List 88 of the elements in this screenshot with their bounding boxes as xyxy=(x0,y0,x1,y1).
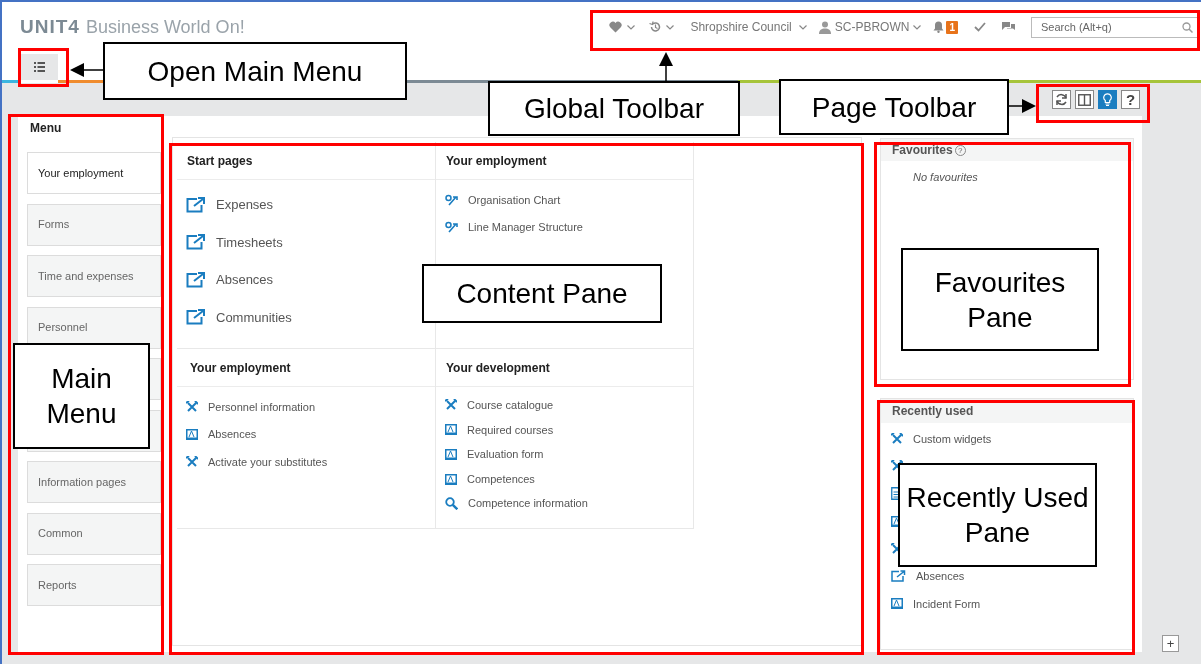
chevron-down-icon xyxy=(627,24,636,30)
form-icon xyxy=(445,473,457,485)
chevron-down-icon xyxy=(913,24,922,30)
menu-link[interactable]: Course catalogue xyxy=(445,393,554,418)
menu-item[interactable]: Your employment xyxy=(27,152,161,194)
main-menu-button[interactable] xyxy=(20,54,58,80)
menu-link[interactable]: Communities xyxy=(186,298,292,336)
tools-icon xyxy=(891,460,903,473)
menu-link[interactable]: Competences xyxy=(445,466,535,492)
section-heading: Your development xyxy=(436,349,693,387)
section-heading: Your employment xyxy=(436,142,693,180)
external-link-icon xyxy=(186,196,206,213)
tools-icon xyxy=(445,399,457,412)
external-link-icon xyxy=(186,271,206,288)
menu-title: Menu xyxy=(29,120,63,137)
callout-tooltip: Recently Used Pane xyxy=(898,463,1097,567)
callout-tooltip: Content Pane xyxy=(422,264,662,323)
lightbulb-icon xyxy=(1103,93,1112,106)
external-link-icon xyxy=(186,234,206,251)
recent-item[interactable]: Incident Form xyxy=(891,590,981,618)
menu-link[interactable]: Activate your substitutes xyxy=(186,448,328,476)
search-icon xyxy=(1182,21,1193,33)
refresh-button[interactable] xyxy=(1052,90,1071,109)
list-icon xyxy=(33,62,45,72)
callout-tooltip: Favourites Pane xyxy=(901,248,1099,351)
check-icon xyxy=(974,22,986,32)
add-button[interactable]: + xyxy=(1162,635,1179,652)
external-link-icon xyxy=(891,570,906,583)
menu-item[interactable]: Reports xyxy=(27,564,161,606)
company-selector[interactable]: Shropshire Council xyxy=(690,18,792,36)
heart-icon xyxy=(609,21,623,33)
recent-item[interactable]: Custom widgets xyxy=(891,425,992,453)
menu-link[interactable]: Timesheets xyxy=(186,223,283,261)
tools-icon xyxy=(186,455,198,468)
refresh-icon xyxy=(1055,93,1068,106)
menu-link[interactable]: Absences xyxy=(186,261,274,299)
form-icon xyxy=(891,598,903,610)
menu-link[interactable]: Expenses xyxy=(186,186,274,224)
search-icon xyxy=(445,497,458,511)
callout-arrow xyxy=(70,63,104,77)
callout-tooltip: Global Toolbar xyxy=(488,81,740,136)
user-name[interactable]: SC-PBROWN xyxy=(834,18,910,36)
section-heading: Start pages xyxy=(177,142,435,180)
form-icon xyxy=(186,428,198,440)
notification-badge: 1 xyxy=(946,20,958,34)
tips-button[interactable] xyxy=(1098,90,1117,109)
menu-link[interactable]: Absences xyxy=(186,420,257,448)
org-chart-icon xyxy=(445,221,458,234)
menu-link[interactable]: Required courses xyxy=(445,417,554,443)
section-heading: Your employment xyxy=(177,349,435,387)
menu-item[interactable]: Personnel xyxy=(27,306,161,349)
pane-title: Recently used xyxy=(892,403,974,420)
search-field[interactable]: Search (Alt+q) xyxy=(1031,16,1199,38)
bell-icon xyxy=(933,21,945,33)
chat-icon xyxy=(1002,21,1015,33)
app-title: Business World On! xyxy=(85,15,245,39)
menu-link[interactable]: Line Manager Structure xyxy=(445,213,583,241)
help-button[interactable]: ? xyxy=(1121,90,1140,109)
menu-item[interactable]: Forms xyxy=(27,203,161,246)
document-icon xyxy=(891,487,901,501)
highlight-frame xyxy=(18,48,69,87)
callout-tooltip: Page Toolbar xyxy=(779,79,1009,135)
form-icon xyxy=(445,449,457,460)
external-link-icon xyxy=(186,309,206,326)
chevron-down-icon xyxy=(666,24,675,30)
menu-link[interactable]: Organisation Chart xyxy=(445,186,561,214)
user-icon xyxy=(818,20,831,34)
empty-message: No favourites xyxy=(912,170,979,185)
tools-icon xyxy=(891,432,903,445)
menu-item[interactable]: Time and expenses xyxy=(27,255,161,297)
tools-icon xyxy=(186,400,198,413)
history-icon xyxy=(649,21,662,33)
search-link[interactable]: Competence information xyxy=(445,491,588,516)
callout-arrow xyxy=(1008,99,1036,113)
pane-title: Favourites xyxy=(892,142,953,159)
chevron-down-icon xyxy=(798,24,807,30)
columns-icon xyxy=(1078,93,1091,106)
menu-item[interactable]: Information pages xyxy=(27,461,161,503)
menu-link[interactable]: Personnel information xyxy=(186,393,315,421)
callout-tooltip: Open Main Menu xyxy=(103,42,407,100)
callout-arrow xyxy=(659,52,673,82)
callout-tooltip: Main Menu xyxy=(13,343,150,449)
menu-link[interactable]: Evaluation form xyxy=(445,442,544,467)
split-view-button[interactable] xyxy=(1075,90,1094,109)
menu-item[interactable]: Common xyxy=(27,512,161,555)
org-chart-icon xyxy=(445,193,458,206)
logo: UNIT4 xyxy=(20,14,80,39)
form-icon xyxy=(445,424,457,436)
